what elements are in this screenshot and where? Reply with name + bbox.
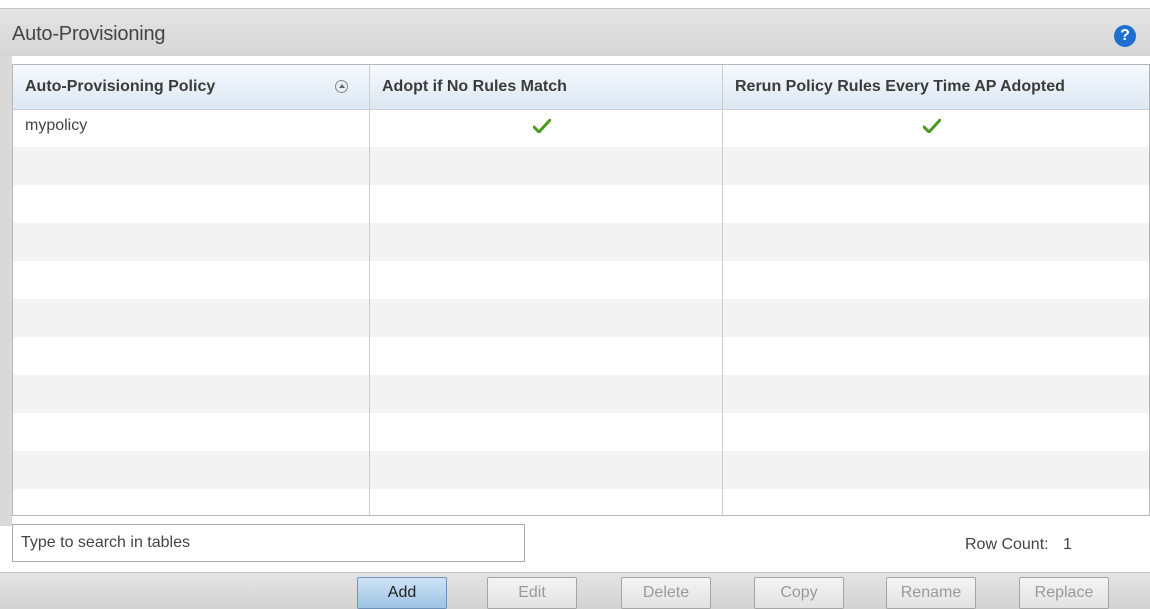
policy-name-cell: mypolicy (25, 117, 88, 134)
checkmark-icon (922, 118, 942, 134)
table-row[interactable]: mypolicy (13, 109, 1149, 147)
copy-button[interactable]: Copy (754, 577, 844, 609)
table-row (13, 375, 1149, 413)
column-header-rerun-label: Rerun Policy Rules Every Time AP Adopted (735, 78, 1065, 95)
table-row (13, 185, 1149, 223)
column-header-adopt-label: Adopt if No Rules Match (382, 78, 567, 95)
table-row (13, 489, 1149, 515)
policy-table: Auto-Provisioning Policy Adopt if No Rul… (12, 64, 1150, 516)
table-row (13, 223, 1149, 261)
column-header-rerun[interactable]: Rerun Policy Rules Every Time AP Adopted (723, 65, 1149, 109)
panel-title: Auto-Provisioning (12, 23, 166, 45)
column-divider (369, 65, 370, 515)
table-row (13, 337, 1149, 375)
table-row (13, 261, 1149, 299)
table-row (13, 451, 1149, 489)
edit-button[interactable]: Edit (487, 577, 577, 609)
delete-button[interactable]: Delete (621, 577, 711, 609)
panel-header: Auto-Provisioning ? (0, 8, 1150, 56)
column-divider (722, 65, 723, 515)
help-icon[interactable]: ? (1114, 25, 1136, 47)
column-header-adopt[interactable]: Adopt if No Rules Match (370, 65, 722, 109)
table-row (13, 299, 1149, 337)
sort-ascending-icon[interactable] (335, 80, 348, 93)
table-search-input[interactable] (12, 524, 525, 562)
table-header: Auto-Provisioning Policy Adopt if No Rul… (13, 65, 1149, 110)
table-row (13, 413, 1149, 451)
table-row (13, 147, 1149, 185)
left-edge-bar (0, 56, 12, 526)
column-header-policy[interactable]: Auto-Provisioning Policy (13, 65, 369, 109)
add-button[interactable]: Add (357, 577, 447, 609)
row-count: Row Count: 1 (965, 536, 1072, 554)
column-header-policy-label: Auto-Provisioning Policy (25, 78, 216, 95)
replace-button[interactable]: Replace (1019, 577, 1109, 609)
rename-button[interactable]: Rename (886, 577, 976, 609)
row-count-label: Row Count: (965, 536, 1049, 553)
checkmark-icon (532, 118, 552, 134)
row-count-value: 1 (1063, 536, 1072, 553)
button-bar: Add Edit Delete Copy Rename Replace (0, 572, 1150, 609)
